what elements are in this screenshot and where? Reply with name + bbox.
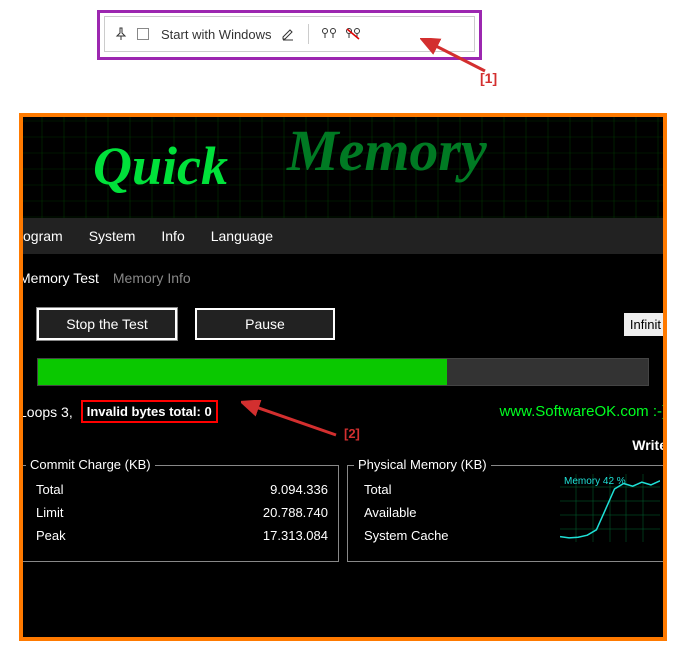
banner-word-2: Memory [287, 117, 487, 184]
menubar: ogram System Info Language [19, 218, 667, 254]
edit-icon[interactable] [280, 26, 296, 42]
progress-fill [38, 359, 447, 385]
annotation-arrow-2 [241, 400, 341, 442]
physical-memory-title: Physical Memory (KB) [354, 457, 491, 472]
menu-info[interactable]: Info [157, 226, 188, 246]
menu-program[interactable]: ogram [19, 226, 67, 246]
website-url: www.SoftwareOK.com :-) [499, 403, 667, 420]
menu-system[interactable]: System [85, 226, 140, 246]
pin-icon[interactable] [113, 26, 129, 42]
invalid-bytes-box: Invalid bytes total: 0 [81, 400, 218, 423]
commit-limit: Limit20.788.740 [30, 505, 328, 520]
stats-groups: Commit Charge (KB) Total9.094.336 Limit2… [19, 465, 667, 562]
annotation-label-1: [1] [480, 70, 497, 86]
banner-word-1: Quick [93, 135, 228, 197]
commit-charge-title: Commit Charge (KB) [26, 457, 155, 472]
pause-button[interactable]: Pause [195, 308, 335, 340]
tabs: Memory Test Memory Info [19, 264, 667, 292]
physical-memory-group: Physical Memory (KB) Total Available Sys… [347, 465, 667, 562]
commit-peak: Peak17.313.084 [30, 528, 328, 543]
memory-chart: Memory 42 % [560, 474, 660, 542]
commit-charge-group: Commit Charge (KB) Total9.094.336 Limit2… [19, 465, 339, 562]
memory-chart-label: Memory 42 % [564, 476, 626, 487]
start-with-windows-label: Start with Windows [161, 27, 272, 42]
infinite-toggle[interactable]: Infinit [624, 313, 667, 336]
content-area: Memory Test Memory Info Stop the Test Pa… [19, 254, 667, 562]
tab-memory-info[interactable]: Memory Info [113, 270, 191, 286]
separator [308, 24, 309, 44]
test-controls: Stop the Test Pause Infinit [19, 292, 667, 352]
annotation-label-2: [2] [344, 426, 360, 441]
menu-language[interactable]: Language [207, 226, 277, 246]
app-banner: Memory Quick [19, 113, 667, 218]
tab-memory-test[interactable]: Memory Test [19, 270, 99, 286]
progress-bar [37, 358, 649, 386]
tool-icon-2[interactable] [345, 26, 361, 42]
stop-test-button[interactable]: Stop the Test [37, 308, 177, 340]
commit-total: Total9.094.336 [30, 482, 328, 497]
app-window: Memory Quick ogram System Info Language … [19, 113, 667, 641]
tool-icon-1[interactable] [321, 26, 337, 42]
start-with-windows-checkbox[interactable] [137, 28, 149, 40]
status-row: Loops 3, Invalid bytes total: 0 www.Soft… [19, 392, 667, 431]
loops-text: Loops 3, [19, 404, 73, 420]
